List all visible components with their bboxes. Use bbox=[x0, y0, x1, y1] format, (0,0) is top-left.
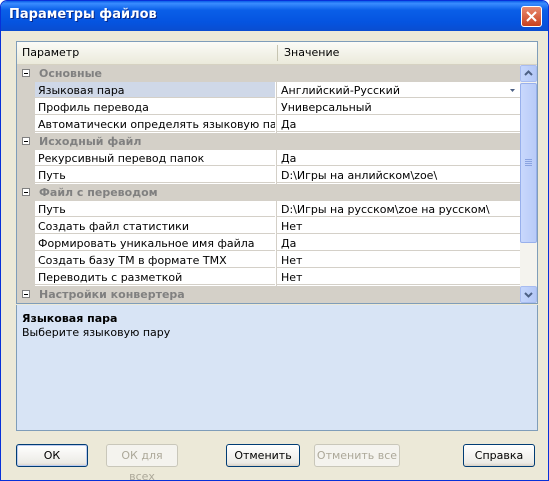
property-value[interactable]: Английский-Русский bbox=[277, 82, 520, 98]
property-name[interactable]: Профиль перевода bbox=[35, 99, 275, 115]
row-margin bbox=[17, 167, 35, 184]
property-value-text: D:\Игры на анлийском\zoe\ bbox=[281, 169, 438, 182]
help-button[interactable]: Справка bbox=[463, 444, 535, 467]
row-margin bbox=[17, 99, 35, 116]
property-grid: Параметр Значение Основные Языковая пара А… bbox=[16, 41, 538, 304]
property-name[interactable]: Языковая пара bbox=[35, 82, 275, 98]
row-margin bbox=[17, 269, 35, 286]
property-value-text: Нет bbox=[281, 271, 303, 284]
vertical-scrollbar[interactable] bbox=[520, 65, 537, 303]
property-value-text: Да bbox=[281, 118, 297, 131]
grid-header: Параметр Значение bbox=[17, 42, 537, 65]
row-margin bbox=[17, 235, 35, 252]
property-name[interactable]: Путь bbox=[35, 201, 275, 217]
collapse-icon[interactable] bbox=[22, 188, 30, 196]
property-value[interactable]: D:\Игры на анлийском\zoe\ bbox=[277, 167, 520, 183]
collapse-icon[interactable] bbox=[22, 137, 30, 145]
property-value-text: D:\Игры на русском\zoe на русском\ bbox=[281, 203, 490, 216]
property-name[interactable]: Переводить с разметкой bbox=[35, 269, 275, 285]
scroll-down-button[interactable] bbox=[520, 286, 537, 303]
property-name[interactable]: Автоматически определять языковую пару .… bbox=[35, 116, 275, 132]
property-value-text: Английский-Русский bbox=[281, 84, 400, 97]
cancel-all-button[interactable]: Отменить все bbox=[314, 444, 400, 467]
category-row[interactable]: Файл с переводом bbox=[17, 184, 520, 201]
property-row[interactable]: Автоматически определять языковую пару .… bbox=[17, 116, 520, 133]
description-text: Выберите языковую пару bbox=[22, 326, 171, 339]
property-name[interactable]: Путь bbox=[35, 167, 275, 183]
scroll-thumb[interactable] bbox=[520, 83, 537, 243]
chevron-up-icon bbox=[524, 70, 533, 76]
category-row[interactable]: Исходный файл bbox=[17, 133, 520, 150]
thumb-grip bbox=[525, 159, 532, 160]
category-label: Исходный файл bbox=[39, 135, 142, 148]
property-row[interactable]: Рекурсивный перевод папок Да bbox=[17, 150, 520, 167]
thumb-grip bbox=[525, 161, 532, 162]
property-value[interactable]: Да bbox=[277, 116, 520, 132]
property-value[interactable]: Нет bbox=[277, 218, 520, 234]
property-row[interactable]: Переводить с разметкой Нет bbox=[17, 269, 520, 286]
window-title: Параметры файлов bbox=[9, 7, 157, 22]
property-row[interactable]: Путь D:\Игры на русском\zoe на русском\ bbox=[17, 201, 520, 218]
header-parameter[interactable]: Параметр bbox=[17, 42, 277, 63]
property-name[interactable]: Создать базу ТМ в формате ТМХ bbox=[35, 252, 275, 268]
property-row[interactable]: Создать файл статистики Нет bbox=[17, 218, 520, 235]
property-value-text: Нет bbox=[281, 254, 303, 267]
row-margin bbox=[17, 82, 35, 99]
title-bar[interactable]: Параметры файлов bbox=[1, 1, 548, 31]
description-title: Языковая пара bbox=[22, 312, 118, 325]
close-icon bbox=[526, 11, 537, 22]
property-row[interactable]: Путь D:\Игры на анлийском\zoe\ bbox=[17, 167, 520, 184]
header-value[interactable]: Значение bbox=[279, 42, 537, 63]
chevron-down-icon bbox=[510, 89, 515, 92]
property-value[interactable]: Да bbox=[277, 150, 520, 166]
description-panel: Языковая пара Выберите языковую пару bbox=[16, 305, 538, 431]
scroll-up-button[interactable] bbox=[520, 65, 537, 82]
row-margin bbox=[17, 252, 35, 269]
row-margin bbox=[17, 218, 35, 235]
chevron-down-icon bbox=[524, 292, 533, 298]
ok-all-button[interactable]: ОК для всех bbox=[106, 444, 178, 480]
category-label: Основные bbox=[39, 67, 102, 80]
property-value[interactable]: Универсальный bbox=[277, 99, 520, 115]
close-button[interactable] bbox=[521, 6, 542, 27]
header-separator[interactable] bbox=[277, 45, 278, 61]
collapse-icon[interactable] bbox=[22, 69, 30, 77]
grid-rows: Основные Языковая пара Английский-Русский П… bbox=[17, 65, 520, 303]
category-label: Настройки конвертера bbox=[39, 288, 185, 301]
category-label: Файл с переводом bbox=[39, 186, 158, 199]
property-row[interactable]: Языковая пара Английский-Русский bbox=[17, 82, 520, 99]
dropdown-button[interactable] bbox=[505, 82, 520, 97]
property-name[interactable]: Рекурсивный перевод папок bbox=[35, 150, 275, 166]
collapse-icon[interactable] bbox=[22, 290, 30, 298]
thumb-grip bbox=[525, 163, 532, 164]
cancel-button[interactable]: Отменить bbox=[226, 444, 300, 467]
row-margin bbox=[17, 116, 35, 133]
property-name[interactable]: Создать файл статистики bbox=[35, 218, 275, 234]
category-row[interactable]: Настройки конвертера bbox=[17, 286, 520, 303]
row-margin bbox=[17, 150, 35, 167]
property-value[interactable]: D:\Игры на русском\zoe на русском\ bbox=[277, 201, 520, 217]
property-value[interactable]: Нет bbox=[277, 252, 520, 268]
dialog-body: Параметр Значение Основные Языковая пара А… bbox=[5, 31, 544, 480]
property-value-text: Да bbox=[281, 237, 297, 250]
thumb-grip bbox=[525, 165, 532, 166]
property-value[interactable]: Нет bbox=[277, 269, 520, 285]
property-value-text: Универсальный bbox=[281, 101, 372, 114]
property-row[interactable]: Создать базу ТМ в формате ТМХ Нет bbox=[17, 252, 520, 269]
category-row[interactable]: Основные bbox=[17, 65, 520, 82]
property-value[interactable]: Да bbox=[277, 235, 520, 251]
property-row[interactable]: Профиль перевода Универсальный bbox=[17, 99, 520, 116]
file-settings-dialog: Параметры файлов Параметр Значение Основ… bbox=[0, 0, 549, 481]
ok-button[interactable]: ОК bbox=[16, 444, 88, 467]
property-name[interactable]: Формировать уникальное имя файла bbox=[35, 235, 275, 251]
property-value-text: Нет bbox=[281, 220, 303, 233]
property-value-text: Да bbox=[281, 152, 297, 165]
property-row[interactable]: Формировать уникальное имя файла Да bbox=[17, 235, 520, 252]
row-margin bbox=[17, 201, 35, 218]
